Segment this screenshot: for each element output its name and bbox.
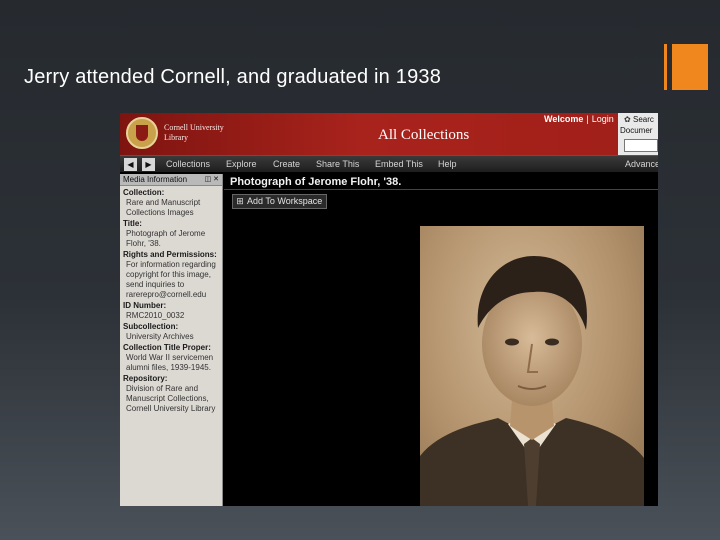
meta-value-collection: Rare and Manuscript Collections Images: [126, 198, 201, 217]
meta-value-id: RMC2010_0032: [126, 311, 185, 320]
portrait-photo[interactable]: [420, 226, 644, 506]
nav-item-collections[interactable]: Collections: [166, 159, 210, 169]
library-logo-text: Cornell University Library: [164, 123, 234, 143]
meta-key-repository: Repository:: [123, 374, 168, 383]
meta-key-id: ID Number:: [123, 301, 167, 310]
meta-value-subcollection: University Archives: [126, 332, 194, 341]
logo-line-2: Library: [164, 133, 188, 142]
meta-value-rights: For information regarding copyright for …: [126, 260, 216, 299]
nav-item-embed-this[interactable]: Embed This: [375, 159, 423, 169]
nav-item-share-this[interactable]: Share This: [316, 159, 359, 169]
search-panel: ✿ Searc Documer: [618, 113, 658, 155]
accent-bar-thick: [672, 44, 708, 90]
portrait-illustration: [420, 256, 644, 506]
meta-value-collection-title: World War II servicemen alumni files, 19…: [126, 353, 214, 372]
nav-item-create[interactable]: Create: [273, 159, 300, 169]
viewer-divider: [224, 189, 658, 190]
welcome-separator: |: [586, 114, 589, 124]
meta-value-repository: Division of Rare and Manuscript Collecti…: [126, 384, 216, 413]
metadata-list: Collection: Rare and Manuscript Collecti…: [120, 186, 222, 414]
sidebar-window-buttons[interactable]: ◫ ✕: [205, 175, 219, 183]
site-banner: Cornell University Library All Collectio…: [120, 113, 658, 155]
add-to-workspace-label: Add To Workspace: [247, 196, 323, 206]
library-screenshot: Cornell University Library All Collectio…: [120, 113, 658, 506]
nav-item-advanced[interactable]: Advance: [625, 159, 658, 169]
meta-key-rights: Rights and Permissions:: [123, 250, 217, 259]
plus-icon: ⊞: [236, 196, 244, 206]
cornell-seal-logo: [126, 117, 158, 149]
meta-key-collection: Collection:: [123, 188, 165, 197]
chevron-right-icon[interactable]: ▶: [142, 158, 155, 171]
search-label-2: Documer: [620, 126, 653, 135]
meta-key-collection-title: Collection Title Proper:: [123, 343, 211, 352]
nav-bar: ◀ ▶ Collections Explore Create Share Thi…: [120, 155, 658, 173]
nav-item-help[interactable]: Help: [438, 159, 457, 169]
sidebar-header-label: Media Information: [123, 175, 188, 184]
banner-title: All Collections: [378, 127, 470, 143]
media-info-sidebar: Media Information ◫ ✕ Collection: Rare a…: [120, 174, 223, 506]
search-input[interactable]: [624, 139, 658, 152]
welcome-label: Welcome: [544, 114, 584, 124]
meta-key-title: Title:: [123, 219, 142, 228]
nav-item-explore[interactable]: Explore: [226, 159, 257, 169]
gear-icon[interactable]: ✿: [624, 115, 631, 124]
logo-line-1: Cornell University: [164, 123, 224, 132]
meta-key-subcollection: Subcollection:: [123, 322, 179, 331]
welcome-bar: Welcome | Login: [544, 114, 614, 124]
accent-bar-thin: [664, 44, 667, 90]
search-label: Searc: [633, 115, 654, 124]
add-to-workspace-button[interactable]: ⊞ Add To Workspace: [232, 194, 328, 209]
login-link[interactable]: Login: [592, 114, 614, 124]
slide-title: Jerry attended Cornell, and graduated in…: [24, 66, 442, 88]
sidebar-header: Media Information ◫ ✕: [120, 174, 222, 186]
image-viewer: Photograph of Jerome Flohr, '38. ⊞ Add T…: [224, 174, 658, 506]
viewer-title: Photograph of Jerome Flohr, '38.: [230, 176, 402, 188]
meta-value-title: Photograph of Jerome Flohr, '38.: [126, 229, 206, 248]
chevron-left-icon[interactable]: ◀: [124, 158, 137, 171]
